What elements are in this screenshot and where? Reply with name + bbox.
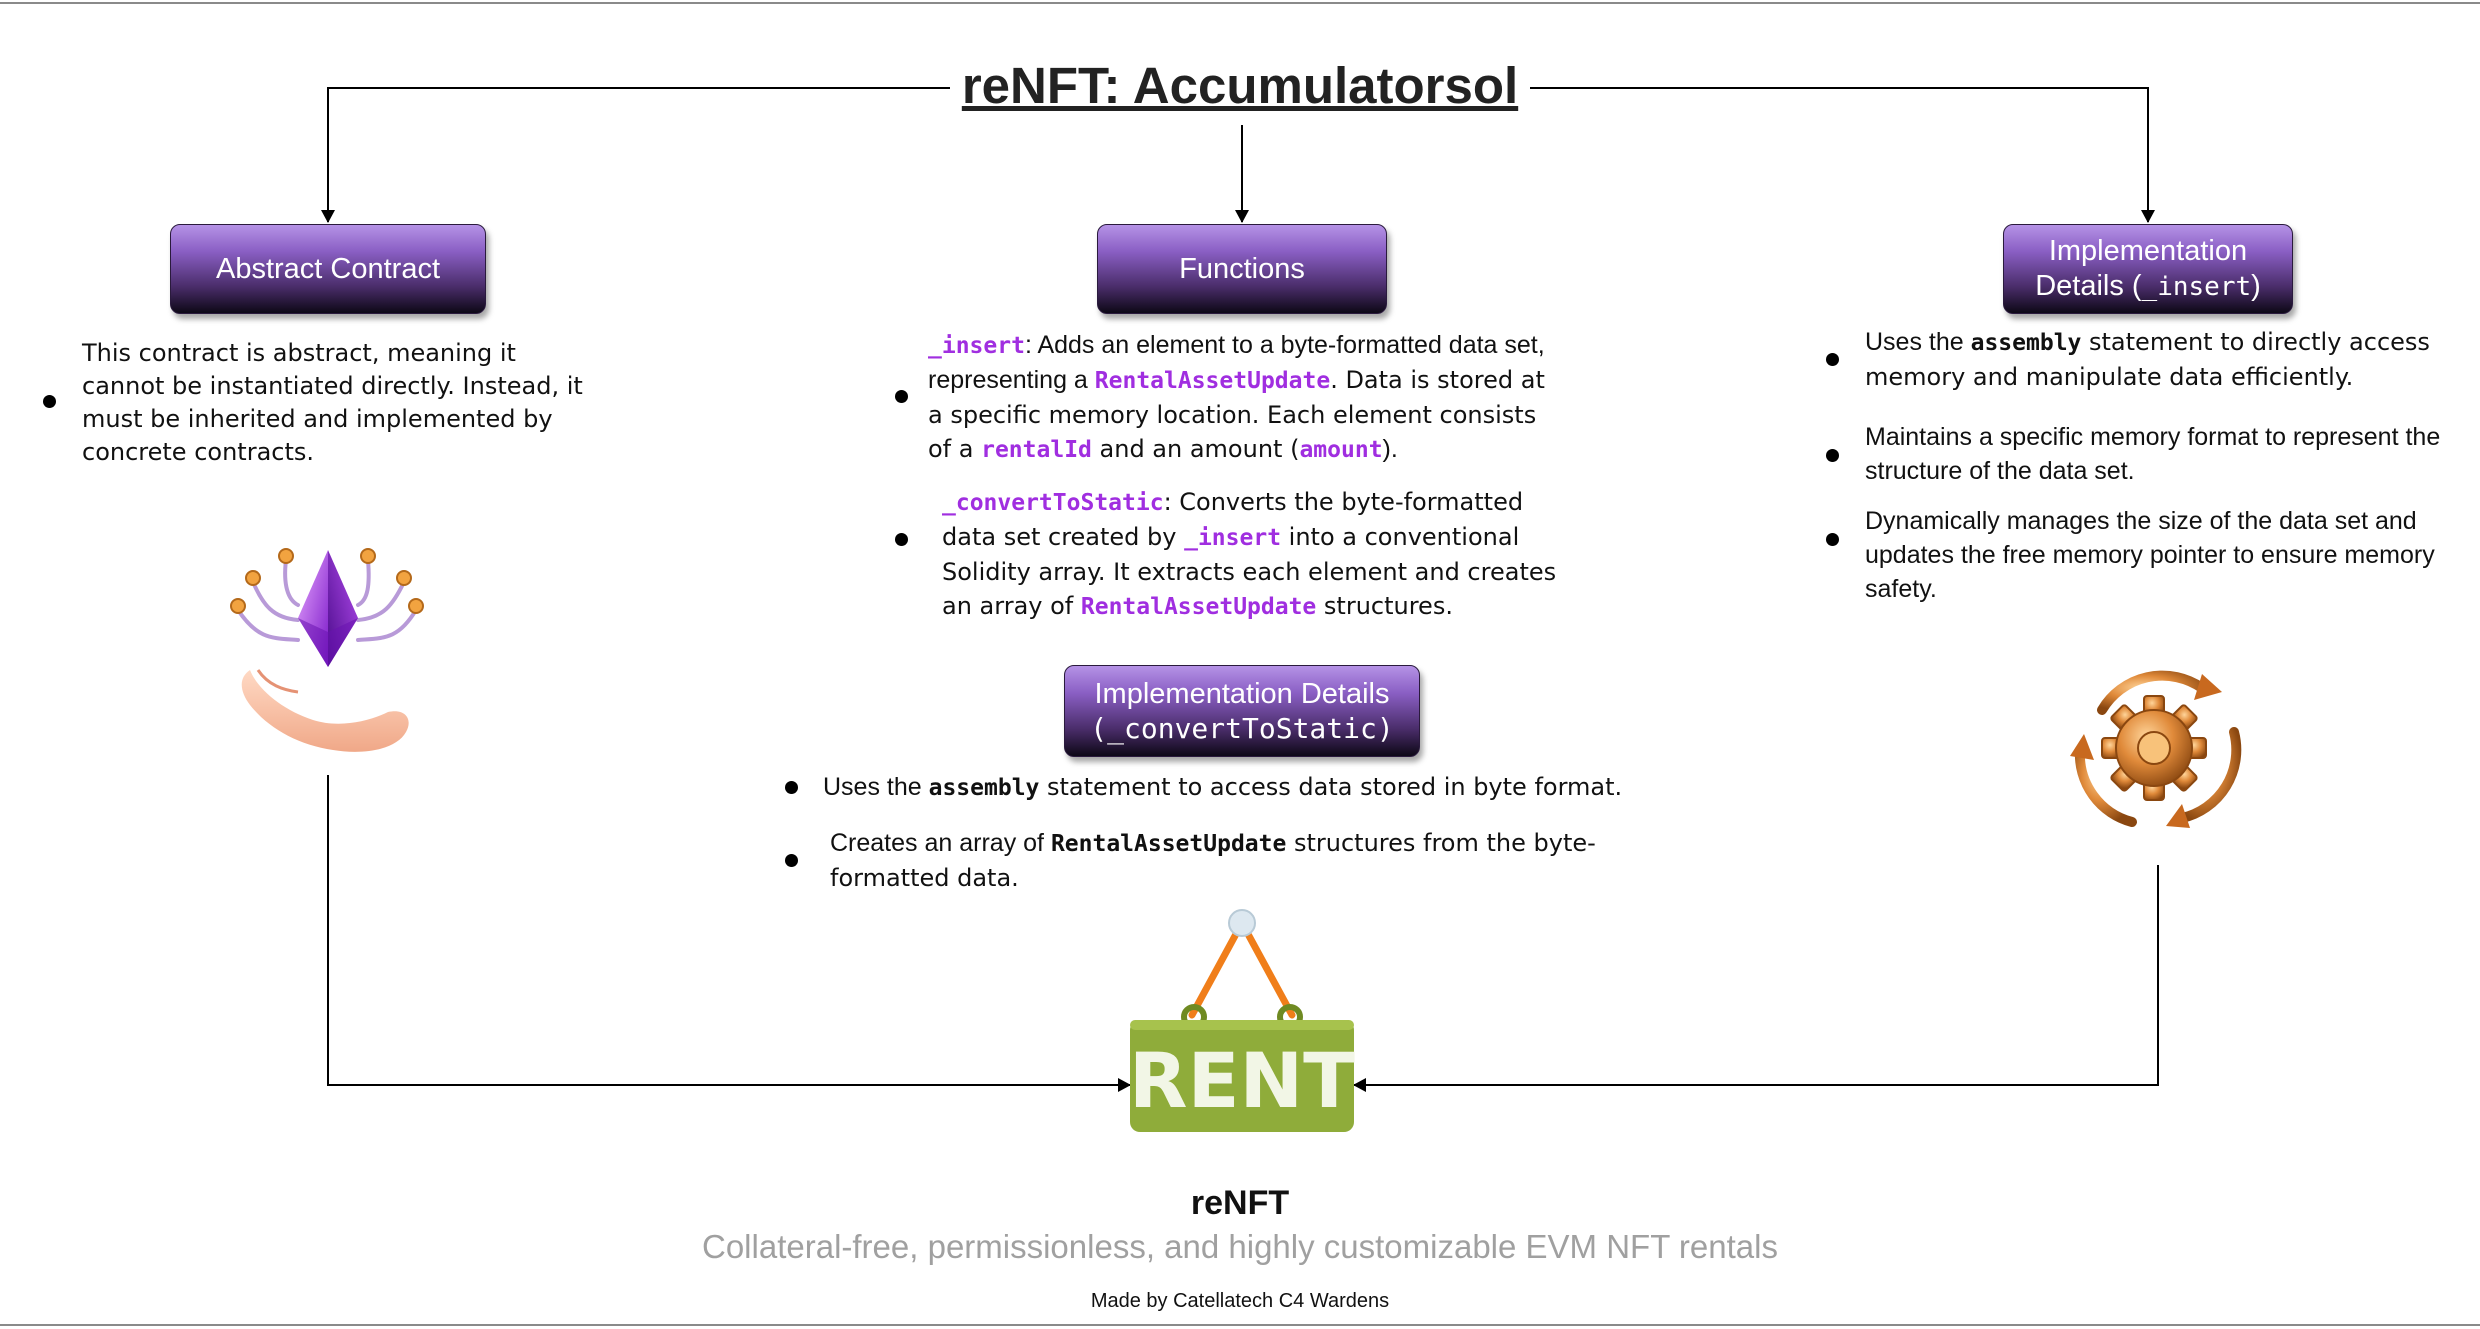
function-insert-text: _insert: Adds an element to a byte-forma…: [928, 331, 1545, 463]
abstract-contract-text: This contract is abstract, meaning it ca…: [82, 339, 583, 466]
rent-sign-text: RENT: [1129, 1036, 1355, 1125]
brand-tagline: Collateral-free, permissionless, and hig…: [702, 1228, 1778, 1265]
functions-node: Functions: [1097, 224, 1387, 314]
bullet-dot: [1826, 449, 1839, 462]
impl-insert-label-line1: Implementation: [2048, 235, 2248, 268]
bullet-dot: [1826, 533, 1839, 546]
connector-right-to-rent: [1353, 865, 2159, 1092]
function-convert-text: _convertToStatic: Converts the byte-form…: [942, 488, 1557, 620]
impl-convert-item-1: Uses the assembly statement to access da…: [823, 773, 1623, 801]
impl-insert-item-3: Dynamically manages the size of the data…: [1865, 507, 2435, 603]
impl-insert-item-1: Uses the assembly statement to directly …: [1865, 328, 2430, 391]
connector-title-left: [321, 87, 950, 223]
impl-convert-label: Implementation Details: [1094, 677, 1390, 710]
function-insert-name: _insert: [928, 333, 1025, 359]
impl-convert-item-2: Creates an array of RentalAssetUpdate st…: [830, 829, 1596, 892]
diagram-title: reNFT: Accumulatorsol: [950, 56, 1530, 115]
functions-label: Functions: [1179, 252, 1305, 285]
abstract-contract-label: Abstract Contract: [215, 252, 441, 285]
connector-left-to-rent: [327, 775, 1131, 1092]
ethereum-hand-icon: [230, 548, 424, 752]
impl-convert-node: Implementation Details (_convertToStatic…: [1064, 665, 1420, 757]
brand-name: reNFT: [1190, 1184, 1290, 1222]
gear-cycle-icon: [2070, 670, 2242, 828]
bottom-rule: [0, 1324, 2480, 1326]
bullet-dot: [895, 533, 908, 546]
function-convert-name: _convertToStatic: [942, 490, 1164, 516]
connector-title-right: [1530, 87, 2155, 223]
credit-line: Made by Catellatech C4 Wardens: [1090, 1290, 1390, 1312]
impl-convert-code-label: (_convertToStatic): [1090, 711, 1394, 745]
impl-insert-item-2: Maintains a specific memory format to re…: [1865, 423, 2441, 485]
rent-sign-icon: RENT: [1129, 909, 1355, 1132]
bullet-dot: [785, 781, 798, 794]
abstract-contract-node: Abstract Contract: [170, 224, 486, 314]
bullet-dot: [43, 395, 56, 408]
bullet-dot: [785, 854, 798, 867]
bullet-dot: [1826, 353, 1839, 366]
bullet-dot: [895, 390, 908, 403]
impl-insert-node: Implementation Details (_insert): [2003, 224, 2293, 314]
impl-insert-label-line2: Details (_insert): [2035, 270, 2261, 302]
